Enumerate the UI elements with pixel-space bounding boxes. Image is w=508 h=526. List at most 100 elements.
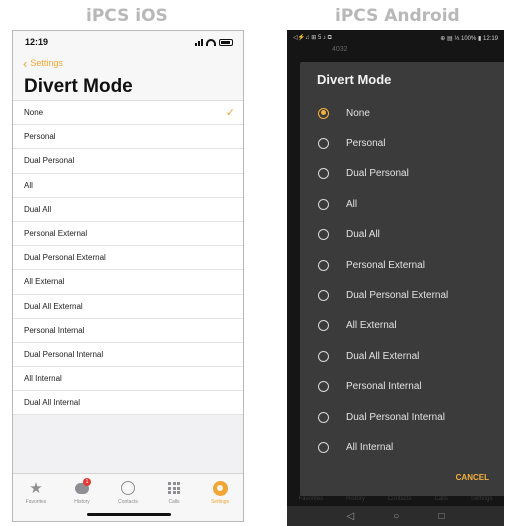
home-nav-icon[interactable]: ○ — [393, 511, 399, 522]
ios-option-row[interactable]: Dual Personal — [13, 149, 243, 174]
ios-option-row[interactable]: All — [13, 174, 243, 198]
chevron-left-icon: ‹ — [23, 55, 28, 71]
ios-option-row[interactable]: All Internal — [13, 367, 243, 392]
ios-option-row[interactable]: Personal Internal — [13, 319, 243, 343]
option-label: Dual All — [24, 204, 52, 214]
tab-label: Calls — [168, 499, 180, 505]
option-label: Personal — [24, 132, 56, 142]
ios-option-row[interactable]: Personal External — [13, 222, 243, 247]
option-label: All — [346, 198, 358, 210]
ios-option-row[interactable]: Personal — [13, 125, 243, 150]
status-icons-left: ◁⚡♫ ⊞ 5 ♪ ⧉ — [293, 35, 332, 41]
back-nav-icon[interactable]: ◁ — [347, 511, 355, 522]
android-option-row[interactable]: All External — [300, 311, 504, 341]
background-tab-label: Favorites — [298, 496, 324, 502]
ios-option-row[interactable]: Dual All External — [13, 295, 243, 319]
back-label: Settings — [30, 58, 63, 68]
history-badge: 1 — [83, 478, 91, 486]
android-option-row[interactable]: Dual All — [300, 220, 504, 250]
android-option-row[interactable]: Dual Personal — [300, 159, 504, 189]
android-status-bar: ◁⚡♫ ⊞ 5 ♪ ⧉ ⊕ ▤ ⅓ 100% ▮ 12:19 — [287, 30, 504, 46]
android-nav-bar: ◁ ○ □ — [287, 506, 504, 526]
ios-option-row[interactable]: Dual All Internal — [13, 391, 243, 416]
radio-button[interactable] — [318, 381, 329, 393]
radio-button[interactable] — [318, 411, 329, 423]
android-option-row[interactable]: Personal Internal — [300, 372, 504, 402]
home-indicator[interactable] — [87, 513, 171, 516]
tab-label: History — [74, 499, 90, 505]
tab-label: Settings — [210, 499, 230, 505]
android-option-row[interactable]: All Internal — [300, 432, 504, 462]
ios-option-row[interactable]: Dual Personal External — [13, 246, 243, 271]
option-label: All External — [24, 277, 65, 287]
option-label: All — [24, 180, 33, 190]
divert-option-list: None ✓ Personal Dual Personal All Dual All Per… — [13, 101, 243, 416]
option-label: None — [346, 107, 370, 119]
divert-radio-list: None Personal Dual Personal All Dual All Pers… — [300, 96, 504, 463]
android-option-row[interactable]: Dual Personal Internal — [300, 402, 504, 432]
option-label: All Internal — [346, 441, 394, 453]
checkmark-icon: ✓ — [225, 107, 235, 120]
radio-button[interactable] — [318, 350, 329, 362]
option-label: Dual Personal Internal — [24, 349, 104, 359]
signal-icon — [195, 38, 203, 46]
android-option-row[interactable]: None — [300, 98, 504, 128]
background-number: 4032 — [332, 46, 348, 53]
android-option-row[interactable]: Personal — [300, 128, 504, 158]
option-label: Dual Personal — [346, 168, 409, 180]
option-label: Dual Personal External — [24, 253, 106, 263]
status-icons-right: ⊕ ▤ ⅓ 100% ▮ 12:19 — [440, 35, 498, 42]
ios-option-row[interactable]: Dual All — [13, 198, 243, 222]
star-icon: ★ — [29, 480, 43, 497]
tab-favorites[interactable]: ★ Favorites — [16, 479, 56, 521]
page-title: Divert Mode — [13, 73, 243, 101]
option-label: Personal Internal — [24, 325, 85, 335]
cancel-button[interactable]: CANCEL — [456, 473, 489, 482]
back-button[interactable]: ‹ Settings — [13, 53, 243, 73]
radio-button[interactable] — [318, 138, 329, 150]
ios-caption: iPCS iOS — [86, 6, 168, 26]
radio-button[interactable] — [318, 198, 329, 210]
ios-option-row[interactable]: Dual Personal Internal — [13, 343, 243, 368]
option-label: Personal External — [24, 229, 88, 239]
radio-button[interactable] — [318, 229, 329, 241]
radio-button[interactable] — [318, 107, 329, 119]
background-tab-label: Settings — [470, 496, 493, 502]
option-label: Personal — [346, 138, 386, 150]
option-label: Personal External — [346, 259, 425, 271]
option-label: Personal Internal — [346, 381, 422, 393]
background-tab-label: History — [346, 496, 365, 502]
tab-bar: ★ Favorites 1 History Contacts Calls Set… — [13, 473, 243, 521]
dialog-title: Divert Mode — [317, 71, 392, 87]
radio-button[interactable] — [318, 290, 329, 302]
tab-label: Contacts — [118, 499, 138, 505]
radio-button[interactable] — [318, 320, 329, 332]
android-caption: iPCS Android — [335, 6, 460, 26]
recents-nav-icon[interactable]: □ — [438, 511, 444, 522]
option-label: None — [24, 108, 44, 118]
tab-label: Favorites — [25, 499, 47, 505]
radio-button[interactable] — [318, 168, 329, 180]
radio-button[interactable] — [318, 259, 329, 271]
option-label: Dual Personal — [24, 156, 75, 166]
android-option-row[interactable]: All — [300, 189, 504, 219]
android-option-row[interactable]: Dual Personal External — [300, 280, 504, 310]
option-label: Dual Personal Internal — [346, 411, 445, 423]
wifi-icon — [206, 38, 216, 46]
background-tab-label: Contacts — [387, 496, 412, 502]
android-option-row[interactable]: Dual All External — [300, 341, 504, 371]
ios-option-row[interactable]: None ✓ — [13, 101, 243, 126]
radio-button[interactable] — [318, 441, 329, 453]
ios-status-bar: 12:19 — [13, 31, 243, 53]
ios-option-row[interactable]: All External — [13, 270, 243, 295]
option-label: Dual All External — [24, 301, 83, 311]
contacts-icon — [118, 479, 138, 497]
android-option-row[interactable]: Personal External — [300, 250, 504, 280]
android-screen: ◁⚡♫ ⊞ 5 ♪ ⧉ ⊕ ▤ ⅓ 100% ▮ 12:19 4032 Dive… — [287, 30, 504, 526]
history-icon: 1 — [72, 478, 92, 497]
ios-screen: 12:19 ‹ Settings Divert Mode None ✓ Person… — [12, 30, 244, 522]
status-time: 12:19 — [25, 37, 49, 47]
tab-settings[interactable]: Settings — [200, 479, 240, 521]
option-label: Dual All Internal — [24, 398, 81, 408]
battery-icon — [219, 38, 233, 46]
